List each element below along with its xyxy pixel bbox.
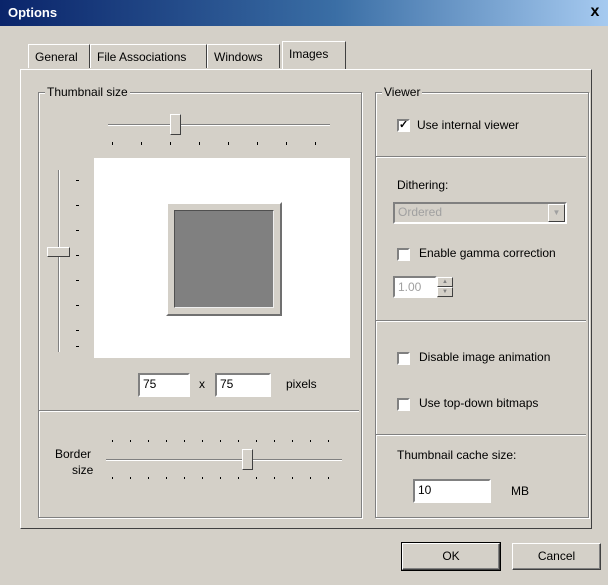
border-size-slider[interactable] [242, 449, 253, 470]
thumbnail-width-track [108, 124, 330, 126]
dithering-select[interactable]: Ordered ▼ [393, 202, 567, 224]
cache-size-unit: MB [511, 484, 529, 498]
thumbnail-separator [39, 410, 359, 412]
tab-windows[interactable]: Windows [207, 44, 280, 68]
chevron-down-icon[interactable]: ▼ [548, 204, 565, 222]
gamma-spinner[interactable]: 1.00 ▲ ▼ [393, 276, 455, 298]
border-size-label-1: Border [55, 447, 92, 461]
cancel-button[interactable]: Cancel [512, 543, 601, 570]
spin-up-icon[interactable]: ▲ [437, 277, 453, 287]
border-size-label-2: size [72, 463, 94, 477]
ok-button[interactable]: OK [401, 542, 501, 571]
use-internal-viewer-checkbox[interactable]: ✓ [397, 119, 410, 132]
thumbnail-preview-frame [166, 202, 282, 316]
top-down-bitmaps-label: Use top-down bitmaps [419, 396, 539, 410]
enable-gamma-label: Enable gamma correction [419, 246, 556, 260]
pixels-label: pixels [286, 377, 317, 391]
dithering-label: Dithering: [397, 178, 449, 192]
spin-down-icon[interactable]: ▼ [437, 287, 453, 297]
times-label: x [199, 377, 205, 391]
viewer-separator-3 [376, 434, 586, 436]
tab-general[interactable]: General [28, 44, 90, 68]
check-icon: ✓ [399, 119, 409, 131]
gamma-value-input[interactable]: 1.00 [393, 276, 437, 298]
window-title: Options [8, 5, 58, 20]
tab-images[interactable]: Images [282, 41, 346, 69]
viewer-separator-2 [376, 320, 586, 322]
top-down-bitmaps-checkbox[interactable] [397, 398, 410, 411]
thumbnail-height-track [58, 170, 60, 352]
cache-size-label: Thumbnail cache size: [397, 448, 517, 462]
viewer-label: Viewer [382, 85, 423, 99]
tab-file-associations[interactable]: File Associations [90, 44, 207, 68]
border-size-track [106, 459, 342, 461]
disable-animation-checkbox[interactable] [397, 352, 410, 365]
cache-size-input[interactable]: 10 [413, 479, 491, 503]
thumbnail-width-input[interactable]: 75 [138, 373, 190, 397]
close-icon[interactable]: x [586, 3, 604, 21]
thumbnail-preview-image [174, 210, 274, 308]
viewer-separator-1 [376, 156, 586, 158]
enable-gamma-checkbox[interactable] [397, 248, 410, 261]
use-internal-viewer-label: Use internal viewer [417, 118, 520, 132]
title-bar: Options x [0, 0, 608, 26]
thumbnail-height-input[interactable]: 75 [215, 373, 271, 397]
disable-animation-label: Disable image animation [419, 350, 551, 364]
thumbnail-height-slider[interactable] [47, 247, 70, 257]
thumbnail-width-slider[interactable] [170, 114, 181, 135]
dithering-select-value: Ordered [398, 205, 443, 219]
thumbnail-size-label: Thumbnail size [45, 85, 130, 99]
